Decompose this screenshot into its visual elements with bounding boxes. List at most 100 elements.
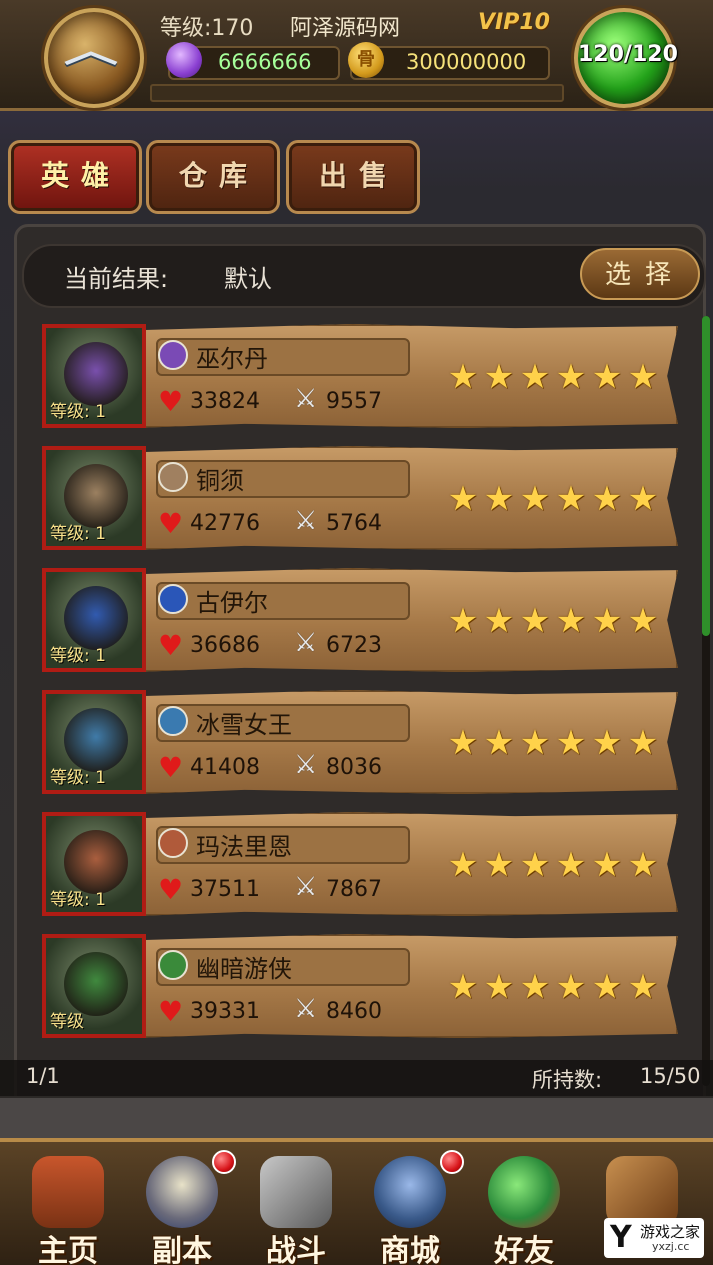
hero-hp: 36686: [190, 633, 260, 658]
star-icon: ★: [447, 723, 479, 763]
vip-badge[interactable]: VIP10: [478, 10, 550, 35]
hero-stars: ★ ★ ★ ★ ★ ★: [446, 482, 662, 516]
collapse-menu-button[interactable]: ︿: [44, 8, 144, 108]
scrollbar-thumb[interactable]: [702, 316, 710, 636]
held-count-value: 15/50: [640, 1064, 701, 1088]
heart-icon: ♥: [158, 385, 184, 418]
player-level: 等级:170: [160, 16, 254, 41]
hero-level: 等级: 1: [50, 646, 106, 666]
hero-portrait[interactable]: 等级: 1: [42, 446, 146, 550]
hero-class-icon: [158, 950, 188, 980]
star-icon: ★: [591, 967, 623, 1007]
hero-attack: 5764: [326, 511, 382, 536]
star-icon: ★: [483, 723, 515, 763]
hero-level: 等级: 1: [50, 524, 106, 544]
crossed-swords-icon: ⚔: [294, 750, 318, 780]
hero-list: 等级: 1 巫尔丹 ♥ 33824 ⚔ 9557 ★ ★ ★ ★ ★ ★ 等级: 1 铜须 ♥ 42776 ⚔ 5…: [40, 320, 680, 1066]
heart-icon: ♥: [158, 507, 184, 540]
hero-name: 玛法里恩: [196, 833, 292, 861]
friends-icon: [488, 1156, 560, 1228]
hero-stars: ★ ★ ★ ★ ★ ★: [446, 848, 662, 882]
hero-row[interactable]: 等级 幽暗游侠 ♥ 39331 ⚔ 8460 ★ ★ ★ ★ ★ ★: [40, 930, 680, 1042]
hero-row[interactable]: 等级: 1 古伊尔 ♥ 36686 ⚔ 6723 ★ ★ ★ ★ ★ ★: [40, 564, 680, 676]
hero-row[interactable]: 等级: 1 冰雪女王 ♥ 41408 ⚔ 8036 ★ ★ ★ ★ ★ ★: [40, 686, 680, 798]
hero-attack: 6723: [326, 633, 382, 658]
page-indicator: 1/1: [26, 1064, 60, 1088]
star-icon: ★: [447, 967, 479, 1007]
star-icon: ★: [519, 845, 551, 885]
hero-row[interactable]: 等级: 1 铜须 ♥ 42776 ⚔ 5764 ★ ★ ★ ★ ★ ★: [40, 442, 680, 554]
stone-wall-divider: [0, 1096, 713, 1142]
star-icon: ★: [447, 601, 479, 641]
hero-name: 冰雪女王: [196, 711, 292, 739]
heart-icon: ♥: [158, 629, 184, 662]
star-icon: ★: [483, 479, 515, 519]
hero-hp: 39331: [190, 999, 260, 1024]
star-icon: ★: [591, 845, 623, 885]
star-icon: ★: [627, 601, 659, 641]
hero-portrait[interactable]: 等级: 1: [42, 812, 146, 916]
star-icon: ★: [591, 479, 623, 519]
nav-friends[interactable]: 好友: [468, 1142, 580, 1265]
hero-portrait[interactable]: 等级: [42, 934, 146, 1038]
watermark-url: yxzj.cc: [652, 1240, 690, 1253]
hero-attack: 9557: [326, 389, 382, 414]
gem-counter[interactable]: 6666666: [166, 42, 340, 80]
list-scrollbar[interactable]: [702, 316, 710, 1086]
star-icon: ★: [627, 967, 659, 1007]
star-icon: ★: [519, 357, 551, 397]
hero-level: 等级: [50, 1012, 84, 1032]
experience-bar: [150, 84, 564, 102]
notification-badge: [440, 1150, 464, 1174]
energy-orb[interactable]: 120/120: [574, 8, 678, 108]
nav-home[interactable]: 主页: [12, 1142, 124, 1265]
star-icon: ★: [591, 357, 623, 397]
star-icon: ★: [555, 357, 587, 397]
hero-class-icon: [158, 584, 188, 614]
hero-portrait[interactable]: 等级: 1: [42, 568, 146, 672]
nav-dungeon-label: 副本: [152, 1234, 212, 1265]
star-icon: ★: [555, 967, 587, 1007]
hero-portrait[interactable]: 等级: 1: [42, 690, 146, 794]
hero-row[interactable]: 等级: 1 巫尔丹 ♥ 33824 ⚔ 9557 ★ ★ ★ ★ ★ ★: [40, 320, 680, 432]
gem-amount: 6666666: [218, 50, 312, 74]
hero-hp: 37511: [190, 877, 260, 902]
star-icon: ★: [519, 723, 551, 763]
gem-icon: [166, 42, 202, 78]
tab-heroes-label: 英雄: [40, 159, 121, 192]
hero-stars: ★ ★ ★ ★ ★ ★: [446, 604, 662, 638]
filter-label: 当前结果:: [64, 265, 169, 293]
watermark-text: 游戏之家: [640, 1223, 701, 1241]
star-icon: ★: [519, 479, 551, 519]
hero-hp: 42776: [190, 511, 260, 536]
tab-heroes[interactable]: 英雄: [8, 140, 142, 214]
star-icon: ★: [555, 479, 587, 519]
hero-hp: 41408: [190, 755, 260, 780]
hero-stars: ★ ★ ★ ★ ★ ★: [446, 360, 662, 394]
nav-shop[interactable]: 商城: [354, 1142, 466, 1265]
tab-warehouse[interactable]: 仓库: [146, 140, 280, 214]
heart-icon: ♥: [158, 873, 184, 906]
player-info: 等级:170 阿泽源码网 VIP10: [150, 8, 560, 41]
nav-battle[interactable]: 战斗: [240, 1142, 352, 1265]
filter-value: 默认: [224, 265, 272, 293]
star-icon: ★: [555, 845, 587, 885]
top-status-bar: ︿ 等级:170 阿泽源码网 VIP10 6666666 骨 300000000…: [0, 0, 713, 111]
player-name: 阿泽源码网: [290, 16, 401, 41]
nav-shop-label: 商城: [380, 1234, 440, 1265]
select-filter-button[interactable]: 选择: [580, 248, 700, 300]
game-screen: ︿ 等级:170 阿泽源码网 VIP10 6666666 骨 300000000…: [0, 0, 713, 1265]
hero-level: 等级: 1: [50, 402, 106, 422]
crossed-swords-icon: ⚔: [294, 628, 318, 658]
nav-dungeon[interactable]: 副本: [126, 1142, 238, 1265]
star-icon: ★: [483, 601, 515, 641]
house-icon: [32, 1156, 104, 1228]
gold-amount: 300000000: [406, 50, 527, 74]
hero-name-bar: [156, 338, 410, 376]
hero-row[interactable]: 等级: 1 玛法里恩 ♥ 37511 ⚔ 7867 ★ ★ ★ ★ ★ ★: [40, 808, 680, 920]
tab-sell[interactable]: 出售: [286, 140, 420, 214]
gold-counter[interactable]: 骨 300000000: [348, 42, 550, 80]
star-icon: ★: [519, 601, 551, 641]
star-icon: ★: [483, 357, 515, 397]
hero-portrait[interactable]: 等级: 1: [42, 324, 146, 428]
